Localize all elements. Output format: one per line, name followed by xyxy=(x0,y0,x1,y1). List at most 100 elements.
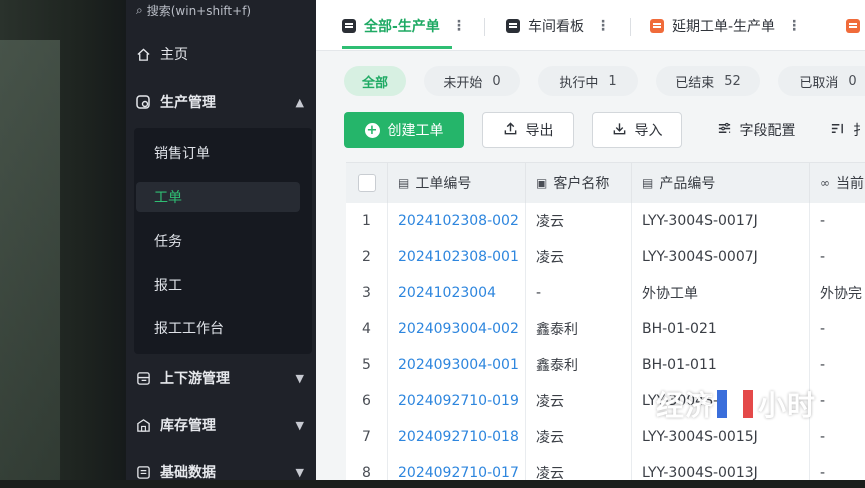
current-status: - xyxy=(810,455,865,480)
home-icon xyxy=(134,45,152,63)
nav-supply-chain-label: 上下游管理 xyxy=(160,371,230,387)
product-code: BH-01-011 xyxy=(632,347,810,383)
order-number-link[interactable]: 2024102308-001 xyxy=(388,239,526,275)
sidebar-item-sales-order[interactable]: 销售订单 xyxy=(154,138,304,168)
table-row[interactable]: 3 20241023004- 外协工单 外协完 xyxy=(346,275,865,312)
column-order-number[interactable]: ▤ 工单编号 xyxy=(388,163,526,203)
search-placeholder: 搜索(win+shift+f) xyxy=(146,4,252,18)
product-code: BH-01-021 xyxy=(632,311,810,347)
more-icon[interactable]: ⋮ xyxy=(452,18,466,34)
filter-finished[interactable]: 已结束 52 xyxy=(656,66,760,96)
tab-workshop-board[interactable]: 车间看板 ⋮ xyxy=(506,14,610,38)
more-icon[interactable]: ⋮ xyxy=(596,18,610,34)
sidebar-item-work-order[interactable]: 工单 xyxy=(136,182,300,212)
table-row[interactable]: 5 2024093004-001 鑫泰利 BH-01-011- xyxy=(346,347,865,384)
document-icon xyxy=(846,19,860,33)
sidebar-item-report-workbench[interactable]: 报工工作台 xyxy=(154,313,304,343)
export-button[interactable]: 导出 xyxy=(482,112,574,148)
column-current[interactable]: ∞ 当前 xyxy=(810,163,865,203)
sidebar-item-task[interactable]: 任务 xyxy=(154,226,304,256)
current-status: - xyxy=(810,311,865,347)
product-code: 外协工单 xyxy=(632,275,810,311)
product-code: LYY-3004S-0007J xyxy=(632,239,810,275)
order-number-link[interactable]: 2024093004-001 xyxy=(388,347,526,383)
table-row[interactable]: 1 2024102308-002 凌云 LYY-3004S-0017J - xyxy=(346,203,865,240)
global-search[interactable]: ⌕ 搜索(win+shift+f) xyxy=(136,2,251,19)
column-label: 产品编号 xyxy=(659,176,716,192)
order-number-link[interactable]: 20241023004 xyxy=(388,275,526,311)
sidebar-item-label: 报工 xyxy=(154,278,182,294)
button-label: 扌 xyxy=(853,123,865,139)
row-index: 8 xyxy=(346,455,388,480)
filter-in-progress[interactable]: 执行中 1 xyxy=(538,66,638,96)
column-product[interactable]: ▤ 产品编号 xyxy=(632,163,810,203)
order-number-link[interactable]: 2024092710-018 xyxy=(388,419,526,455)
customer-name: 凌云 xyxy=(526,383,632,419)
column-customer[interactable]: ▣ 客户名称 xyxy=(526,163,632,203)
select-all-checkbox[interactable] xyxy=(357,174,376,192)
customer-name: 鑫泰利 xyxy=(526,347,632,383)
nav-production[interactable]: 生产管理 ▲ xyxy=(134,86,308,118)
nav-production-label: 生产管理 xyxy=(160,95,216,111)
table-header: ▤ 工单编号 ▣ 客户名称 ▤ 产品编号 ∞ 当前 xyxy=(346,162,865,204)
nav-home[interactable]: 主页 xyxy=(134,38,308,70)
nav-basic-data[interactable]: 基础数据 ▼ xyxy=(134,456,308,488)
filter-label: 执行中 xyxy=(559,75,599,91)
nav-inventory-label: 库存管理 xyxy=(160,418,216,434)
order-number-link[interactable]: 2024093004-002 xyxy=(388,311,526,347)
tab-all-production[interactable]: 全部-生产单 ⋮ xyxy=(342,14,466,38)
customer-name: - xyxy=(526,275,632,311)
text-field-icon: ▣ xyxy=(536,176,548,190)
tab-delayed-orders[interactable]: 延期工单-生产单 ⋮ xyxy=(650,14,801,38)
column-label: 当前 xyxy=(836,176,864,192)
filter-cancelled[interactable]: 已取消 0 xyxy=(778,66,865,96)
chevron-up-icon: ▲ xyxy=(295,95,304,109)
sort-button[interactable]: 扌 xyxy=(830,112,865,148)
table-row[interactable]: 2 2024102308-001 凌云 LYY-3004S-0007J - xyxy=(346,239,865,276)
table-column-icon: ▤ xyxy=(398,176,410,190)
news-watermark: 经济 小时 xyxy=(656,384,816,424)
filter-count: 0 xyxy=(848,73,857,89)
basic-data-icon xyxy=(134,463,152,481)
select-all-cell xyxy=(346,163,388,203)
sidebar-item-report[interactable]: 报工 xyxy=(154,270,304,300)
customer-name: 鑫泰利 xyxy=(526,311,632,347)
order-number-link[interactable]: 2024092710-019 xyxy=(388,383,526,419)
sidebar: ⌕ 搜索(win+shift+f) 主页 生产管理 ▲ 销售订单 工单 任务 报… xyxy=(126,0,316,481)
inventory-icon xyxy=(134,416,152,434)
document-icon xyxy=(342,19,356,33)
sidebar-item-label: 报工工作台 xyxy=(154,321,224,337)
sidebar-item-label: 销售订单 xyxy=(154,146,210,162)
nav-inventory[interactable]: 库存管理 ▼ xyxy=(134,409,308,441)
table-row[interactable]: 7 2024092710-018 凌云 LYY-3004S-0015J - xyxy=(346,419,865,456)
filter-all[interactable]: 全部 xyxy=(344,66,406,96)
table-row[interactable]: 8 2024092710-017 凌云 LYY-3004S-0013J - xyxy=(346,455,865,480)
filter-label: 未开始 xyxy=(443,75,483,91)
more-icon[interactable]: ⋮ xyxy=(787,18,801,34)
row-index: 1 xyxy=(346,203,388,239)
document-icon xyxy=(650,19,664,33)
button-label: 导入 xyxy=(634,123,663,139)
filter-not-started[interactable]: 未开始 0 xyxy=(424,66,520,96)
current-status: - xyxy=(810,203,865,239)
create-work-order-button[interactable]: + 创建工单 xyxy=(344,112,464,148)
nav-supply-chain[interactable]: 上下游管理 ▼ xyxy=(134,362,308,394)
current-status: - xyxy=(810,383,865,419)
row-index: 5 xyxy=(346,347,388,383)
filter-count: 0 xyxy=(492,73,501,89)
table-row[interactable]: 4 2024093004-002 鑫泰利 BH-01-021- xyxy=(346,311,865,348)
filter-label: 已取消 xyxy=(799,75,839,91)
button-label: 导出 xyxy=(525,123,554,139)
import-button[interactable]: 导入 xyxy=(592,112,682,148)
field-config-button[interactable]: 字段配置 xyxy=(704,112,808,148)
watermark-text-left: 经济 xyxy=(656,389,715,422)
sort-icon xyxy=(830,121,845,140)
tab-overflow[interactable] xyxy=(846,14,865,38)
order-number-link[interactable]: 2024092710-017 xyxy=(388,455,526,480)
row-index: 4 xyxy=(346,311,388,347)
column-label: 工单编号 xyxy=(415,176,472,192)
tab-divider xyxy=(630,18,631,36)
watermark-text-right: 小时 xyxy=(758,389,817,422)
order-number-link[interactable]: 2024102308-002 xyxy=(388,203,526,239)
monitor-bezel xyxy=(0,0,132,480)
